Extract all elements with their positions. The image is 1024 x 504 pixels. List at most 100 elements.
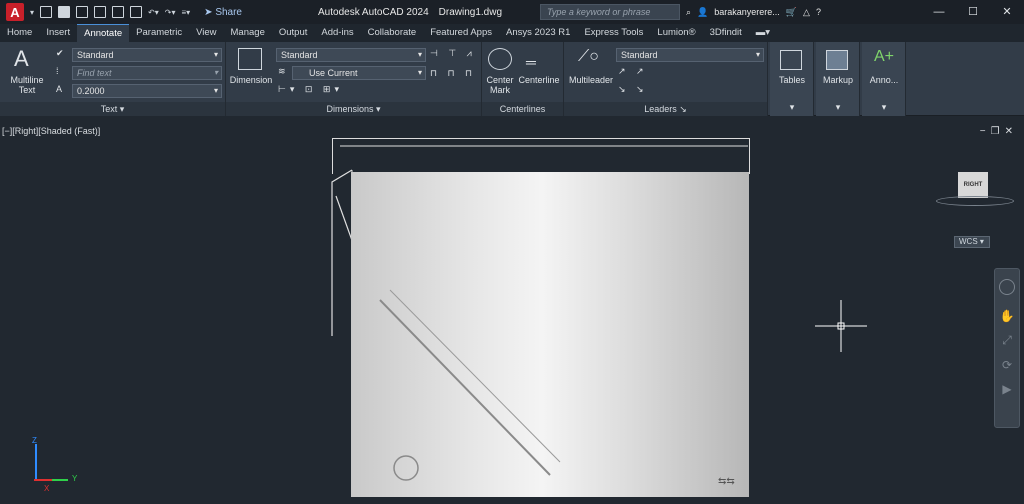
new-icon[interactable] <box>40 6 53 18</box>
ribbon: A Multiline Text ✔ ⁞ A Standard Find tex… <box>0 42 1024 116</box>
window-controls: — ☐ ✕ <box>922 0 1024 24</box>
viewport-controls-label[interactable]: [−][Right][Shaded (Fast)] <box>2 126 100 136</box>
markup-panel[interactable]: Markup ▾ <box>816 42 860 116</box>
viewcube-compass-ring[interactable] <box>936 196 1014 206</box>
app-title: Autodesk AutoCAD 2024 <box>318 6 429 18</box>
share-icon: ➤ <box>204 6 216 18</box>
multileader-button[interactable]: Multileader <box>566 75 616 85</box>
web-mobile-icon[interactable] <box>112 6 125 18</box>
axis-z-label: Z <box>32 436 37 445</box>
redo-icon[interactable]: ↷▾ <box>165 8 176 17</box>
plot-icon[interactable] <box>130 6 143 18</box>
tab-view[interactable]: View <box>189 24 223 42</box>
dim-layer-icon[interactable]: ≋ <box>278 66 286 77</box>
customize-qat-icon[interactable]: ≡▾ <box>181 8 190 17</box>
undo-icon[interactable]: ↶▾ <box>148 8 159 17</box>
app-menu-button[interactable]: A <box>6 3 24 21</box>
text-style-select[interactable]: Standard <box>72 48 222 62</box>
tab-ansys[interactable]: Ansys 2023 R1 <box>499 24 577 42</box>
find-text-input[interactable]: Find text <box>72 66 222 80</box>
text-panel-title[interactable]: Text ▾ <box>0 102 225 116</box>
text-height-icon[interactable]: A <box>56 84 62 94</box>
open-icon[interactable] <box>58 6 71 18</box>
markup-chevron-icon: ▾ <box>835 102 841 112</box>
tab-manage[interactable]: Manage <box>224 24 272 42</box>
tab-collaborate[interactable]: Collaborate <box>361 24 424 42</box>
dimension-icon[interactable] <box>238 48 262 70</box>
viewport-minimize-icon[interactable]: − <box>980 126 991 137</box>
tab-3dfindit[interactable]: 3Dfindit <box>703 24 749 42</box>
dim-adjust-icons[interactable]: ⊓ ⊓ ⊓ <box>430 68 476 79</box>
multiline-text-icon[interactable]: A <box>14 46 29 72</box>
tab-annotate[interactable]: Annotate <box>77 24 130 42</box>
leaders-panel-label: Leaders <box>644 104 677 114</box>
leaders-panel-title[interactable]: Leaders ↘ <box>564 102 767 116</box>
multileader-style-select[interactable]: Standard <box>616 48 764 62</box>
markup-icon <box>826 50 848 70</box>
user-icon[interactable]: 👤 <box>697 7 708 18</box>
center-mark-icon[interactable] <box>488 48 512 70</box>
window-title: Autodesk AutoCAD 2024 Drawing1.dwg <box>318 0 502 24</box>
centerlines-panel-title: Centerlines <box>482 102 563 116</box>
dimension-layer-select[interactable]: Use Current <box>292 66 426 80</box>
close-icon[interactable]: ✕ <box>990 0 1024 24</box>
tab-express-tools[interactable]: Express Tools <box>577 24 650 42</box>
search-icon[interactable]: ⌕ <box>686 7 691 18</box>
tab-insert[interactable]: Insert <box>39 24 77 42</box>
tab-home[interactable]: Home <box>0 24 39 42</box>
check-spelling-icon[interactable]: ✔ <box>56 48 64 59</box>
drawing-name: Drawing1.dwg <box>438 6 503 18</box>
zoom-icon[interactable]: ⤢ <box>995 333 1019 348</box>
viewport-restore-icon[interactable]: ❐ <box>991 126 1005 137</box>
centerlines-panel: Center Mark ═ Centerline Centerlines <box>482 42 564 116</box>
search-input[interactable]: Type a keyword or phrase <box>540 4 680 20</box>
dimensions-panel: Dimension Standard ≋ Use Current ⊢▾ ⊡ ⊞▾… <box>226 42 482 116</box>
dimension-style-select[interactable]: Standard <box>276 48 426 62</box>
viewport-close-icon[interactable]: ✕ <box>1005 126 1018 137</box>
dim-tools-icons[interactable]: ⊢▾ ⊡ ⊞▾ <box>278 84 343 95</box>
maximize-icon[interactable]: ☐ <box>956 0 990 24</box>
showmotion-icon[interactable]: ▶ <box>995 382 1019 396</box>
pan-icon[interactable]: ✋ <box>995 309 1019 323</box>
tab-add-ins[interactable]: Add-ins <box>314 24 360 42</box>
add-leader-icons[interactable]: ↗ ↗ <box>618 66 648 77</box>
save-icon[interactable] <box>76 6 89 18</box>
dimension-button[interactable]: Dimension <box>228 75 274 85</box>
markup-label: Markup <box>822 75 853 85</box>
multiline-text-button[interactable]: Multiline Text <box>4 75 50 95</box>
tab-overflow-icon[interactable]: ▬▾ <box>749 24 777 42</box>
tables-chevron-icon: ▾ <box>789 102 795 112</box>
tab-output[interactable]: Output <box>272 24 315 42</box>
dim-break-icons[interactable]: ⊣ ⊤ ⩘ <box>430 48 476 59</box>
tab-featured-apps[interactable]: Featured Apps <box>423 24 499 42</box>
save-as-icon[interactable] <box>94 6 107 18</box>
center-mark-button[interactable]: Center Mark <box>484 75 516 95</box>
text-height-select[interactable]: 0.2000 <box>72 84 222 98</box>
help-icon[interactable]: ? <box>816 7 821 17</box>
multileader-icon[interactable]: ⟋○ <box>578 48 599 66</box>
centerline-button[interactable]: Centerline <box>516 75 562 85</box>
tab-parametric[interactable]: Parametric <box>129 24 189 42</box>
axis-x-label: X <box>44 484 50 493</box>
tables-panel[interactable]: Tables ▾ <box>770 42 814 116</box>
tables-label: Tables <box>778 75 805 85</box>
wcs-menu[interactable]: WCS ▾ <box>954 236 990 248</box>
ribbon-tabs: Home Insert Annotate Parametric View Man… <box>0 24 1024 42</box>
share-label: Share <box>215 6 242 18</box>
centerline-icon[interactable]: ═ <box>526 54 536 70</box>
username[interactable]: barakanyerere... <box>714 7 780 17</box>
find-text-icon[interactable]: ⁞ <box>56 66 59 76</box>
annotation-panel[interactable]: A+ Anno... ▾ <box>862 42 906 116</box>
viewcube[interactable]: RIGHT <box>958 172 988 198</box>
steering-wheel-icon[interactable] <box>999 279 1015 295</box>
autodesk-icon[interactable]: △ <box>803 7 810 18</box>
cart-icon[interactable]: 🛒 <box>786 7 797 18</box>
share-button[interactable]: ➤ Share <box>204 7 242 18</box>
user-area: ⌕ 👤 barakanyerere... 🛒 △ ? <box>686 0 821 24</box>
tab-lumion[interactable]: Lumion® <box>650 24 702 42</box>
dimensions-panel-title[interactable]: Dimensions ▾ <box>226 102 481 116</box>
app-menu-chevron-icon[interactable]: ▾ <box>30 8 34 17</box>
align-leader-icons[interactable]: ↘ ↘ <box>618 84 648 95</box>
minimize-icon[interactable]: — <box>922 0 956 24</box>
orbit-icon[interactable]: ⟳ <box>995 358 1019 372</box>
